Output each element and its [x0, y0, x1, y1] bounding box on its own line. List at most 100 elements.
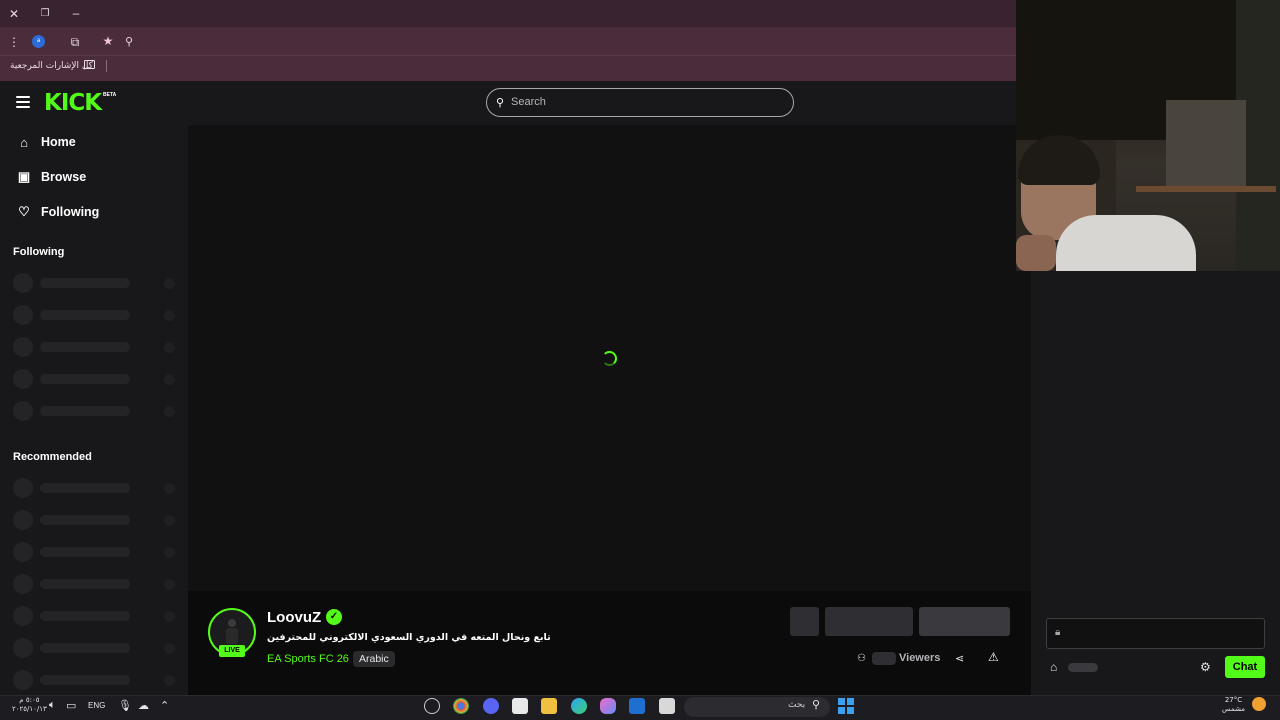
skeleton-avatar	[13, 510, 33, 530]
skeleton-name	[40, 310, 130, 320]
chat-send-button[interactable]: Chat	[1225, 656, 1265, 678]
channel-name[interactable]: LoovuZ	[267, 609, 321, 626]
skeleton-avatar	[13, 606, 33, 626]
profile-avatar-icon[interactable]: a	[32, 35, 45, 48]
follow-button-placeholder[interactable]	[825, 607, 913, 636]
webcam-counter	[1136, 186, 1276, 192]
action-button-placeholder[interactable]	[790, 607, 819, 636]
sidebar-skeleton-row	[13, 337, 175, 357]
avatar-figure	[226, 619, 238, 644]
hamburger-menu-icon[interactable]	[16, 96, 30, 108]
viewers-icon: ⚇	[857, 653, 866, 664]
browser-toolbar	[0, 27, 1016, 55]
skeleton-indicator	[164, 675, 175, 686]
sidebar-item-home[interactable]: ⌂ Home	[17, 132, 76, 152]
edge-app-icon[interactable]	[571, 698, 587, 714]
subscribe-button-placeholder[interactable]	[919, 607, 1010, 636]
skeleton-indicator	[164, 310, 175, 321]
all-bookmarks-link[interactable]: كل الإشارات المرجعية	[10, 61, 93, 71]
taskbar-search-icon: ⚲	[812, 699, 821, 711]
skeleton-name	[40, 406, 130, 416]
browser-menu-icon[interactable]: ⋮	[6, 35, 22, 49]
report-warning-icon[interactable]: ⚠	[988, 650, 999, 664]
close-window-icon[interactable]: ✕	[6, 7, 22, 21]
chat-input[interactable]	[1046, 618, 1265, 649]
copilot-app-icon[interactable]	[600, 698, 616, 714]
skeleton-avatar	[13, 337, 33, 357]
webcam-overlay	[1016, 0, 1280, 271]
onedrive-icon[interactable]: ☁	[138, 699, 149, 712]
windows-start-icon[interactable]	[838, 698, 854, 714]
beta-badge: BETA	[103, 92, 117, 98]
skeleton-name	[40, 643, 130, 653]
sidebar-skeleton-row	[13, 542, 175, 562]
zoom-icon[interactable]: ⚲	[121, 35, 137, 49]
webcam-shelf	[1166, 100, 1246, 190]
sidebar-skeleton-row	[13, 273, 175, 293]
sidebar-item-label: Browse	[41, 170, 87, 184]
network-icon[interactable]: ▭	[66, 699, 76, 712]
minimize-window-icon[interactable]: –	[68, 6, 84, 20]
recording-app-icon[interactable]	[424, 698, 440, 714]
language-tag[interactable]: Arabic	[353, 651, 395, 667]
chevron-up-icon[interactable]: ⌃	[160, 699, 169, 712]
volume-icon[interactable]: 🔈︎	[49, 699, 56, 712]
live-badge: LIVE	[219, 645, 245, 657]
sidebar-item-following[interactable]: ♡ Following	[17, 202, 99, 222]
skeleton-indicator	[164, 547, 175, 558]
skeleton-name	[40, 342, 130, 352]
taskbar-search[interactable]	[684, 697, 830, 717]
skeleton-indicator	[164, 406, 175, 417]
recommended-section-title: Recommended	[13, 451, 92, 463]
language-indicator[interactable]: ENG	[88, 701, 105, 710]
task-view-icon[interactable]	[659, 698, 675, 714]
sidebar-skeleton-row	[13, 670, 175, 690]
search-icon: ⚲	[496, 97, 505, 109]
sidebar-skeleton-row	[13, 606, 175, 626]
skeleton-name	[40, 278, 130, 288]
skeleton-name	[40, 579, 130, 589]
browser-titlebar	[0, 0, 1016, 27]
clock[interactable]: ٥:٠٥ م ٢٠٢٥/١٠/١٣	[12, 696, 47, 714]
skeleton-indicator	[164, 342, 175, 353]
outlook-app-icon[interactable]	[629, 698, 645, 714]
home-icon: ⌂	[20, 134, 28, 150]
clock-time: ٥:٠٥ م	[19, 696, 40, 704]
skeleton-avatar	[13, 273, 33, 293]
gear-icon[interactable]: ⚙	[1200, 660, 1211, 674]
chrome-app-icon[interactable]	[453, 698, 469, 714]
extensions-icon[interactable]: ⧉	[67, 35, 83, 49]
skeleton-indicator	[164, 515, 175, 526]
skeleton-indicator	[164, 643, 175, 654]
clock-date: ٢٠٢٥/١٠/١٣	[12, 705, 47, 713]
weather-widget[interactable]: 27°C مشمس	[1222, 696, 1245, 714]
share-icon[interactable]: ⋖	[955, 652, 964, 665]
weather-temperature: 27°C	[1224, 696, 1243, 704]
taskbar-search-text: بحث	[788, 700, 806, 710]
kick-logo[interactable]: KICK	[44, 90, 102, 116]
skeleton-name	[40, 515, 130, 525]
sidebar-item-label: Following	[41, 205, 100, 219]
viewers-label: Viewers	[899, 652, 941, 664]
stream-title: تابع ونحال المتعه في الدوري السعودي الال…	[267, 632, 551, 643]
skeleton-name	[40, 374, 130, 384]
lock-icon: 🔒︎	[1055, 627, 1061, 638]
category-link[interactable]: EA Sports FC 26	[267, 653, 349, 665]
skeleton-indicator	[164, 374, 175, 385]
store-app-icon[interactable]	[512, 698, 528, 714]
bookmark-star-icon[interactable]: ★	[100, 34, 116, 48]
verified-badge-icon: ✓	[326, 609, 342, 625]
skeleton-avatar	[13, 542, 33, 562]
sidebar-skeleton-row	[13, 638, 175, 658]
store-icon[interactable]: ⌂	[1050, 660, 1057, 674]
sidebar-item-browse[interactable]: ▣ Browse	[17, 167, 86, 187]
discord-app-icon[interactable]	[483, 698, 499, 714]
restore-window-icon[interactable]: ❐	[37, 7, 53, 21]
skeleton-avatar	[13, 369, 33, 389]
folder-icon	[84, 60, 95, 69]
file-explorer-icon[interactable]	[541, 698, 557, 714]
skeleton-avatar	[13, 638, 33, 658]
sidebar-skeleton-row	[13, 574, 175, 594]
microphone-icon[interactable]: 🎙︎	[118, 699, 132, 712]
search-placeholder: Search	[511, 96, 546, 108]
